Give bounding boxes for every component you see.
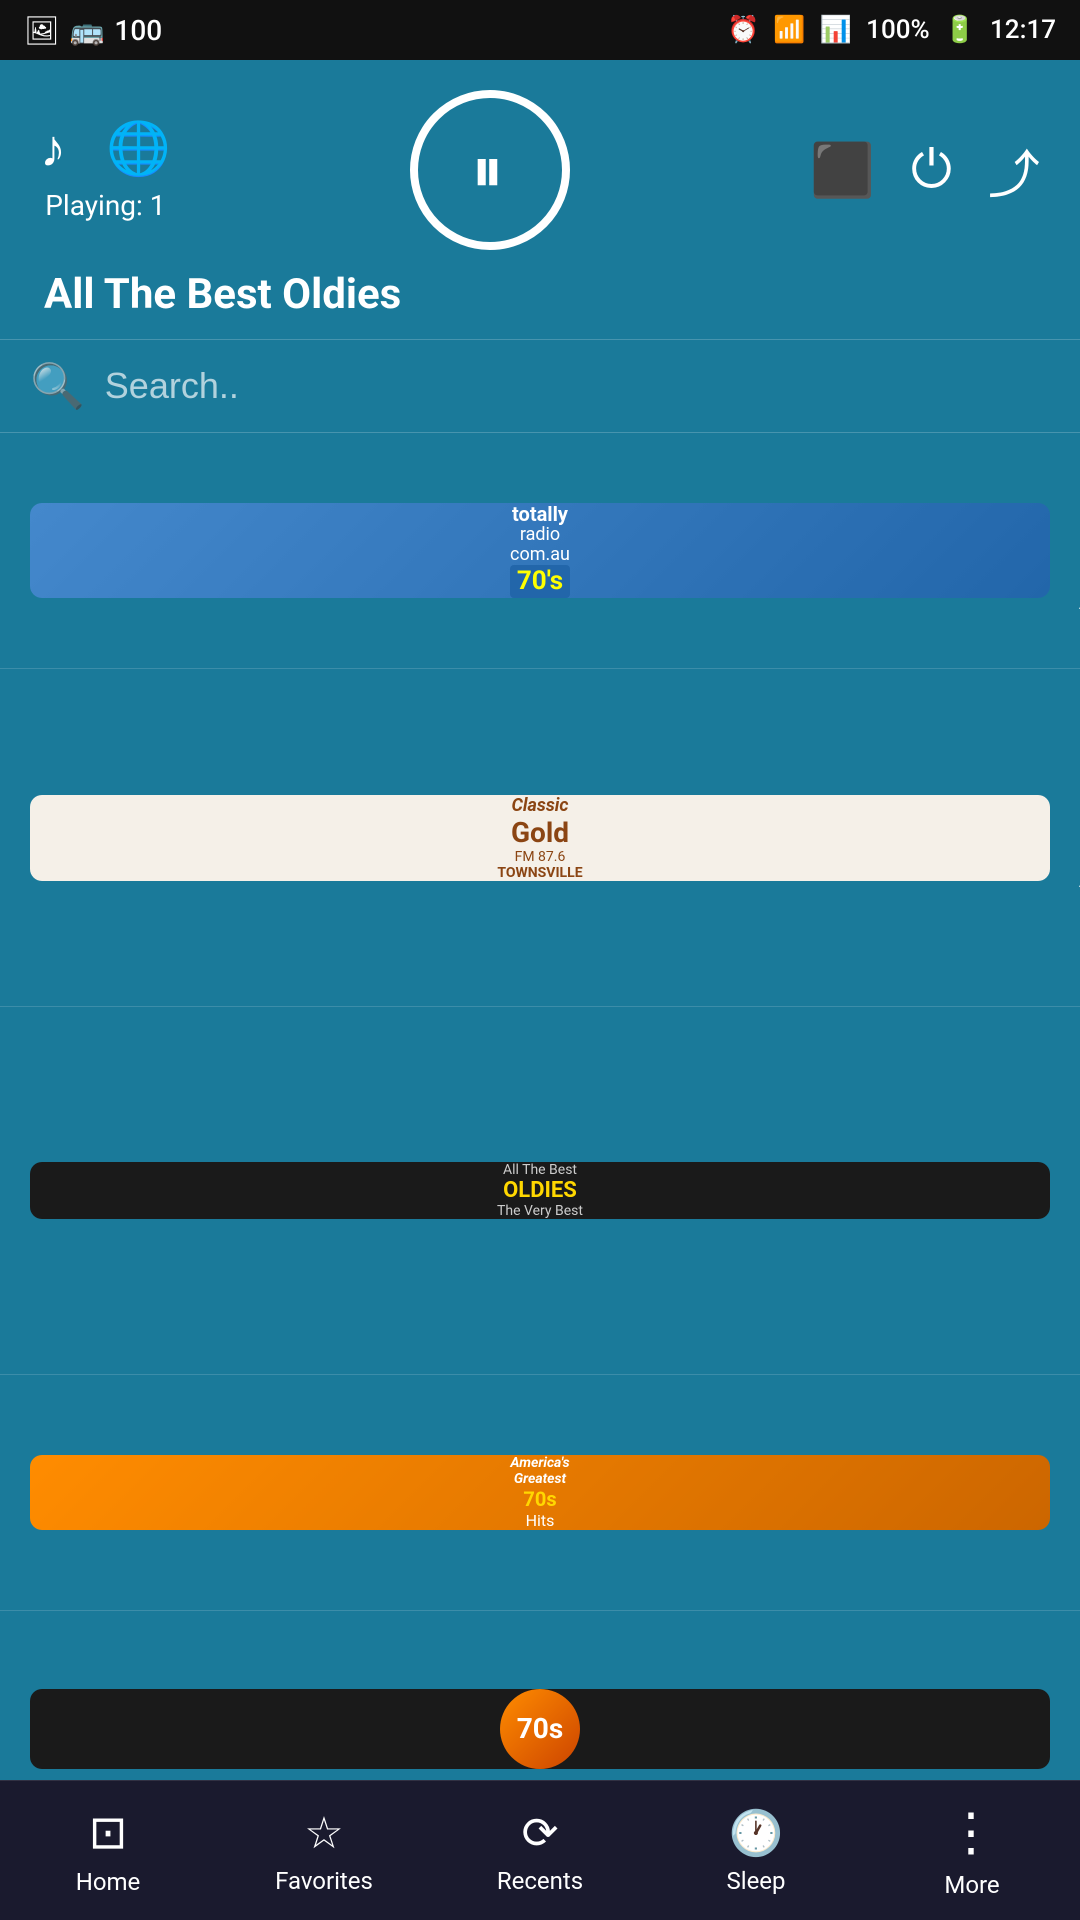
home-icon: ⊡: [89, 1805, 128, 1860]
pause-button-wrap: ⏸: [410, 90, 570, 250]
globe-icon[interactable]: 🌐: [106, 118, 171, 179]
station-list: totally radio com.au 70's Totally Radio …: [0, 433, 1080, 1805]
search-input[interactable]: [105, 365, 1050, 407]
recents-icon: ⟳: [522, 1807, 559, 1859]
more-icon: ⋮: [945, 1802, 999, 1863]
station-logo-americas: America's Greatest 70s Hits: [30, 1455, 1050, 1530]
nav-favorites-label: Favorites: [275, 1867, 373, 1895]
nav-sleep[interactable]: 🕐 Sleep: [648, 1807, 864, 1895]
station-logo-oldies: All The Best OLDIES The Very Best: [30, 1162, 1050, 1219]
station-logo-sf: 70s: [30, 1689, 1050, 1769]
clock-time: 12:17: [990, 15, 1056, 45]
status-icon-image: 🖼: [24, 14, 60, 47]
nav-more-label: More: [944, 1871, 999, 1899]
list-item[interactable]: America's Greatest 70s Hits Americas Gre…: [0, 1375, 1080, 1611]
wifi-icon: 📶: [773, 15, 805, 45]
status-icon-nav: 🚌: [70, 14, 105, 47]
status-left: 🖼 🚌 100: [24, 14, 162, 47]
station-logo-classic: Classic Gold FM 87.6 TOWNSVILLE: [30, 795, 1050, 881]
list-item[interactable]: All The Best OLDIES The Very Best All Th…: [0, 1007, 1080, 1375]
nav-sleep-label: Sleep: [726, 1867, 785, 1895]
stop-icon[interactable]: ⬛: [810, 140, 875, 201]
power-icon[interactable]: ⏻: [911, 139, 952, 201]
status-bar: 🖼 🚌 100 ⏰ 📶 📊 100% 🔋 12:17: [0, 0, 1080, 60]
status-right: ⏰ 📶 📊 100% 🔋 12:17: [727, 15, 1056, 45]
share-icon[interactable]: ⤴: [988, 133, 1040, 208]
list-item[interactable]: totally radio com.au 70's Totally Radio …: [0, 433, 1080, 669]
battery-text: 100%: [866, 15, 929, 45]
sleep-icon: 🕐: [729, 1807, 784, 1859]
status-number: 100: [114, 14, 162, 47]
signal-icon: 📊: [820, 15, 852, 45]
now-playing-title: All The Best Oldies: [40, 270, 1040, 319]
player-area: ♪ 🌐 Playing: 1 ⏸ ⬛ ⏻ ⤴ All The Best Oldi…: [0, 60, 1080, 339]
bottom-nav: ⊡ Home ☆ Favorites ⟳ Recents 🕐 Sleep ⋮ M…: [0, 1780, 1080, 1920]
playing-label: Playing: 1: [45, 189, 165, 222]
battery-icon: 🔋: [944, 15, 976, 45]
search-icon: 🔍: [30, 360, 85, 412]
nav-recents[interactable]: ⟳ Recents: [432, 1807, 648, 1895]
player-controls-row: ♪ 🌐 Playing: 1 ⏸ ⬛ ⏻ ⤴: [40, 90, 1040, 250]
sf-logo-circle: 70s: [500, 1689, 580, 1769]
search-bar: 🔍: [0, 339, 1080, 433]
left-icons: ♪ 🌐: [40, 118, 171, 179]
nav-more[interactable]: ⋮ More: [864, 1802, 1080, 1899]
alarm-icon: ⏰: [727, 15, 759, 45]
station-logo-totally: totally radio com.au 70's: [30, 503, 1050, 597]
left-controls: ♪ 🌐 Playing: 1: [40, 118, 171, 222]
list-item[interactable]: 70s San Franciscos 70s Hits USA 128k - 7…: [0, 1611, 1080, 1805]
pause-button[interactable]: ⏸: [410, 90, 570, 250]
music-note-icon[interactable]: ♪: [40, 118, 66, 179]
pause-icon: ⏸: [471, 133, 509, 208]
nav-home-label: Home: [76, 1868, 141, 1896]
favorites-icon: ☆: [304, 1807, 343, 1859]
right-controls: ⬛ ⏻ ⤴: [810, 133, 1040, 208]
nav-recents-label: Recents: [497, 1867, 583, 1895]
nav-home[interactable]: ⊡ Home: [0, 1805, 216, 1896]
list-item[interactable]: Classic Gold FM 87.6 TOWNSVILLE Classic …: [0, 669, 1080, 1007]
nav-favorites[interactable]: ☆ Favorites: [216, 1807, 432, 1895]
